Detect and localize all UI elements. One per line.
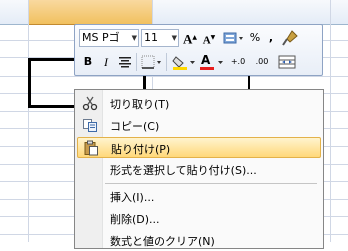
italic-glyph: I [104, 55, 108, 69]
menu-item-label: 形式を選択して貼り付け(S)... [110, 164, 257, 177]
menu-item-label: 数式と値のクリア(N) [110, 235, 215, 248]
font-name-value: MS Pゴ [82, 31, 120, 44]
italic-button[interactable]: I [99, 53, 113, 71]
toolbar-separator [166, 53, 167, 71]
increase-decimal-glyph: +.0 [230, 57, 246, 66]
menu-item-label: 挿入(I)... [110, 191, 155, 204]
font-color-glyph: A [201, 53, 211, 67]
menu-item-cut[interactable]: 切り取り(T) [77, 93, 321, 114]
decrease-decimal-button[interactable]: .00 [251, 53, 273, 71]
chevron-down-icon[interactable]: ▼ [132, 30, 137, 46]
menu-item-label: 切り取り(T) [110, 98, 170, 111]
toolbar-separator [136, 53, 137, 71]
increase-decimal-button[interactable]: +.0 [227, 53, 249, 71]
menu-separator [105, 183, 317, 184]
menu-item-label: コピー(C) [110, 120, 160, 133]
bold-button[interactable]: B [81, 53, 95, 71]
fill-color-button[interactable] [171, 53, 197, 71]
number-format-button[interactable] [221, 29, 245, 47]
bold-glyph: B [83, 55, 93, 68]
menu-item-label: 削除(D)... [110, 213, 160, 226]
number-format-icon [223, 32, 243, 44]
menu-item-clear-contents[interactable]: 数式と値のクリア(N) [77, 230, 321, 251]
grow-font-button[interactable]: A▲ [181, 29, 199, 47]
font-color-button[interactable]: A [199, 53, 225, 71]
menu-item-copy[interactable]: コピー(C) [77, 115, 321, 136]
percent-style-button[interactable]: % [247, 29, 263, 47]
merge-center-button[interactable] [277, 53, 297, 71]
center-align-button[interactable] [117, 53, 133, 71]
chevron-down-icon[interactable]: ▼ [172, 30, 177, 46]
grid-line [330, 0, 331, 242]
font-size-value: 11 [144, 31, 158, 44]
menu-item-paste[interactable]: 貼り付け(P) [77, 137, 321, 158]
menu-item-paste-special[interactable]: 形式を選択して貼り付け(S)... [77, 159, 321, 180]
copy-icon [83, 119, 97, 132]
format-painter-button[interactable] [280, 29, 300, 47]
clipboard-icon [84, 140, 98, 156]
shrink-font-button[interactable]: A▼ [201, 29, 217, 47]
decrease-decimal-glyph: .00 [255, 57, 269, 66]
grid-line [28, 0, 29, 242]
shrink-font-glyph: A [202, 34, 211, 47]
comma-glyph: , [268, 31, 274, 44]
context-menu: 切り取り(T) コピー(C) 貼り付け(P) 形式を選択して貼り付け(S)...… [74, 89, 324, 249]
comma-style-button[interactable]: , [265, 29, 277, 47]
menu-item-insert[interactable]: 挿入(I)... [77, 186, 321, 207]
format-painter-icon [282, 30, 298, 46]
borders-button[interactable] [139, 53, 163, 71]
font-size-combo[interactable]: 11 ▼ [141, 29, 179, 47]
borders-icon [141, 55, 161, 69]
center-align-icon [119, 57, 131, 68]
mini-toolbar: MS Pゴ ▼ 11 ▼ A▲ A▼ % , B I A +.0 .00 [74, 24, 323, 76]
scissors-icon [82, 96, 98, 111]
selected-column-header[interactable] [28, 0, 152, 25]
menu-item-delete[interactable]: 削除(D)... [77, 208, 321, 229]
fill-bucket-icon [172, 56, 195, 70]
merge-cells-icon [278, 55, 296, 69]
menu-item-label: 貼り付け(P) [111, 143, 171, 156]
percent-glyph: % [249, 31, 261, 44]
grow-font-glyph: A [182, 31, 193, 47]
font-name-combo[interactable]: MS Pゴ ▼ [79, 29, 139, 47]
